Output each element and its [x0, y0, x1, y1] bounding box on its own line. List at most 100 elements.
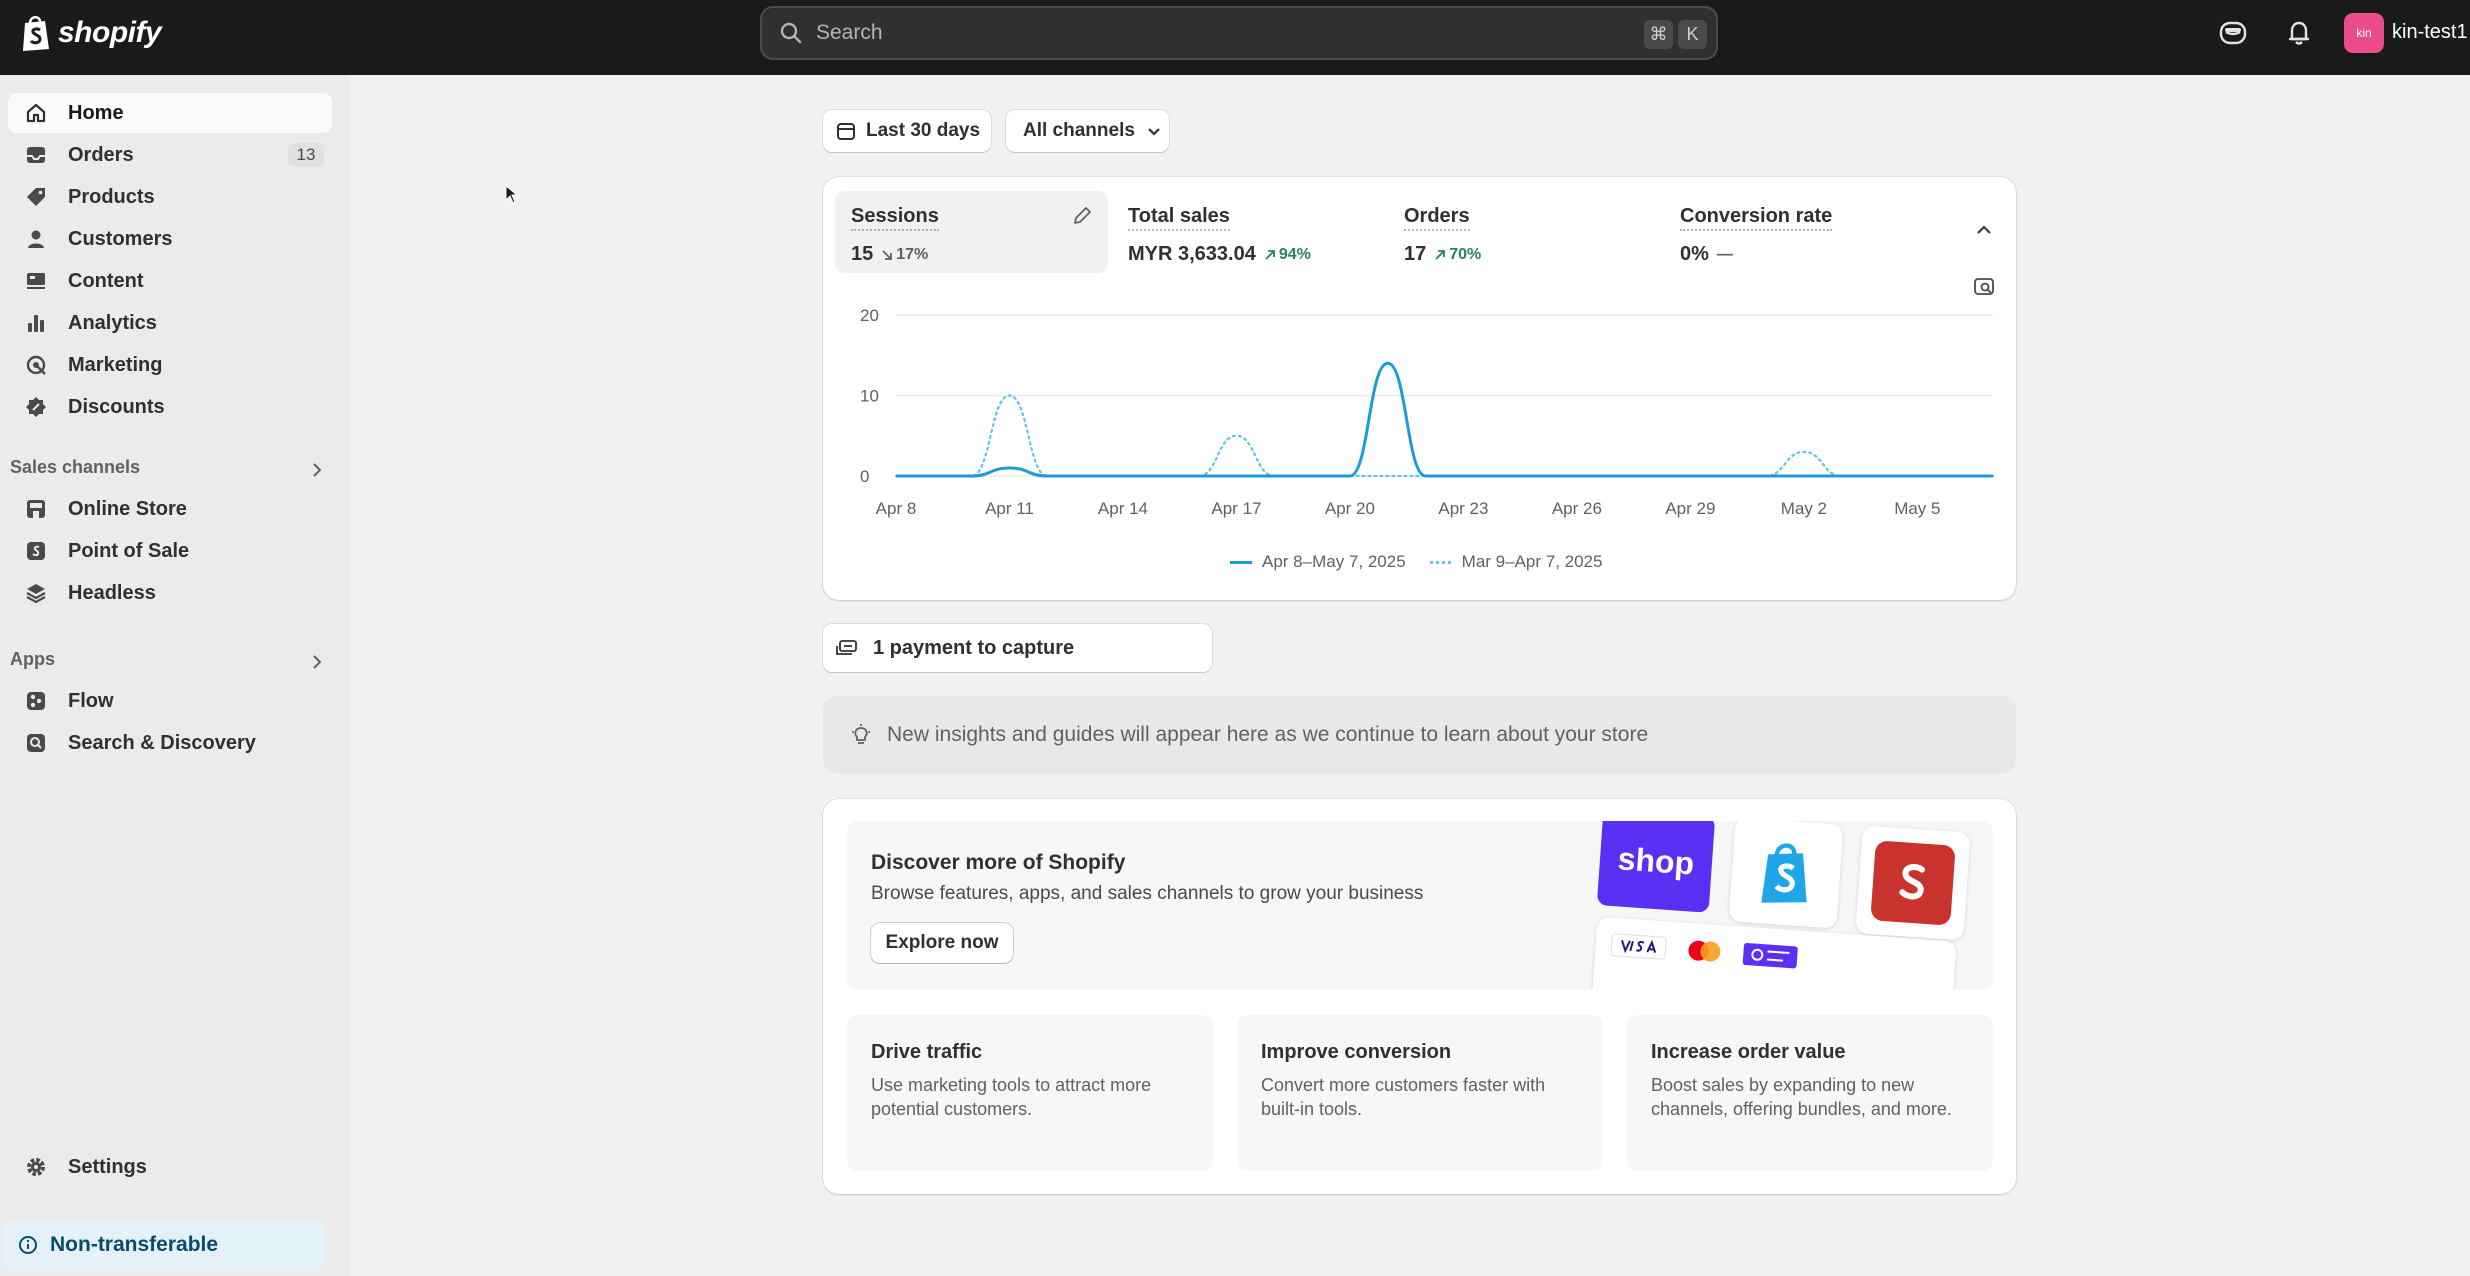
calendar-icon	[837, 123, 855, 140]
sidebar-item-label: Content	[68, 269, 144, 292]
sidebar-item-home[interactable]: Home	[8, 93, 332, 133]
visa-icon	[1610, 933, 1667, 960]
content-icon	[27, 273, 45, 289]
sidebar-item-label: Point of Sale	[68, 539, 190, 562]
channels-label: All channels	[1023, 120, 1135, 141]
sidebar-item-content[interactable]: Content	[8, 261, 332, 301]
sidebar-item-analytics[interactable]: Analytics	[8, 303, 332, 343]
sidebar-item-label: Home	[68, 101, 124, 124]
headless-icon	[26, 584, 46, 604]
sidebar-item-label: Marketing	[68, 353, 163, 376]
non-transferable-banner[interactable]: Non-transferable	[2, 1220, 326, 1270]
payment-to-capture-button[interactable]: 1 payment to capture	[823, 624, 1212, 672]
search-discovery-icon	[27, 734, 45, 752]
sidebar-item-customers[interactable]: Customers	[8, 219, 332, 259]
explore-now-button[interactable]: Explore now	[871, 923, 1013, 963]
bar-chart-icon	[28, 315, 44, 332]
k-key-hint: K	[1678, 20, 1707, 49]
legend-dotted-swatch	[1429, 560, 1452, 564]
sidebar-item-label: Discounts	[68, 395, 165, 418]
avatar[interactable]: kin	[2344, 13, 2384, 53]
tile-drive-traffic[interactable]: Drive traffic Use marketing tools to att…	[847, 1015, 1213, 1171]
x-tick-label: Apr 11	[985, 499, 1034, 518]
tag-icon	[27, 188, 45, 206]
sidebar-item-online-store[interactable]: Online Store	[8, 489, 332, 529]
legend-label-current: Apr 8–May 7, 2025	[1262, 552, 1406, 571]
channels-dropdown[interactable]: All channels	[1006, 110, 1169, 152]
chevron-right-icon[interactable]	[308, 653, 326, 671]
top-bar: shopify Search ⌘ K kin kin-test1	[0, 0, 2470, 75]
chevron-right-icon[interactable]	[308, 461, 326, 479]
dpay-icon	[1742, 943, 1798, 969]
search-placeholder: Search	[816, 21, 883, 44]
shopify-logo[interactable]: shopify	[20, 14, 162, 52]
shopify-app-tile	[1728, 821, 1844, 929]
mouse-cursor-icon	[505, 185, 519, 204]
tile-title: Improve conversion	[1261, 1041, 1452, 1063]
target-icon	[26, 355, 46, 375]
non-transferable-label: Non-transferable	[50, 1233, 219, 1256]
sidebar-item-label: Search & Discovery	[68, 731, 256, 754]
tile-increase-order-value[interactable]: Increase order value Boost sales by expa…	[1627, 1015, 1993, 1171]
logo-text: shopify	[58, 16, 162, 49]
discover-banner: Discover more of Shopify Browse features…	[847, 821, 1993, 989]
x-tick-label: Apr 26	[1552, 499, 1602, 518]
home-icon	[26, 103, 46, 123]
shop-app-tile: shop	[1596, 821, 1716, 913]
sidebar-item-label: Orders	[68, 143, 134, 166]
sidebar-item-point-of-sale[interactable]: Point of Sale	[8, 531, 332, 571]
sidebar-item-label: Headless	[68, 581, 156, 604]
sidebar-item-search-discovery[interactable]: Search & Discovery	[8, 723, 332, 763]
tile-improve-conversion[interactable]: Improve conversion Convert more customer…	[1237, 1015, 1603, 1171]
sidekick-icon[interactable]	[2218, 18, 2248, 48]
sidebar-item-label: Customers	[68, 227, 173, 250]
tile-description: Convert more customers faster with built…	[1261, 1075, 1546, 1119]
bell-icon[interactable]	[2284, 18, 2314, 48]
sales-channels-heading[interactable]: Sales channels	[10, 457, 140, 478]
payment-label: 1 payment to capture	[873, 636, 1075, 659]
inbox-icon	[27, 147, 45, 163]
x-tick-label: Apr 23	[1438, 499, 1488, 518]
sidebar-item-settings[interactable]: Settings	[8, 1147, 332, 1187]
insights-banner: New insights and guides will appear here…	[823, 696, 2016, 774]
y-tick-label: 0	[860, 467, 869, 486]
sessions-chart: 0 10 20 Apr 8 Apr 11 Apr 14 Apr 17 Apr 20 Apr 23…	[860, 306, 1995, 518]
sidebar-item-headless[interactable]: Headless	[8, 573, 332, 613]
discover-subtitle: Browse features, apps, and sales channel…	[871, 883, 1424, 904]
sidebar-item-orders[interactable]: Orders 13	[8, 135, 332, 175]
x-tick-label: Apr 14	[1098, 499, 1148, 518]
sidebar-item-flow[interactable]: Flow	[8, 681, 332, 721]
sidebar-item-marketing[interactable]: Marketing	[8, 345, 332, 385]
shop-logo-text: shop	[1616, 839, 1696, 882]
tile-description: Boost sales by expanding to new channels…	[1651, 1075, 1952, 1119]
sidebar-item-label: Analytics	[68, 311, 157, 334]
mastercard-icon	[1688, 940, 1721, 962]
sidebar-item-label: Flow	[68, 689, 114, 712]
command-key-hint: ⌘	[1644, 20, 1673, 49]
x-tick-label: May 2	[1781, 499, 1827, 518]
info-icon	[19, 1236, 37, 1254]
pos-icon	[27, 542, 45, 560]
sidebar-item-discounts[interactable]: Discounts	[8, 387, 332, 427]
search-bar[interactable]: Search ⌘ K	[760, 6, 1718, 60]
sidebar-item-label: Products	[68, 185, 155, 208]
tile-title: Increase order value	[1651, 1041, 1846, 1063]
tile-description: Use marketing tools to attract more pote…	[871, 1075, 1152, 1119]
gear-icon	[27, 1158, 45, 1176]
store-name[interactable]: kin-test1	[2392, 21, 2468, 44]
flow-icon	[27, 692, 45, 710]
lightbulb-icon	[852, 724, 870, 744]
series-line-previous	[894, 394, 1995, 478]
shopify-pos-app-tile	[1855, 825, 1971, 941]
discount-icon	[26, 397, 46, 417]
legend-solid-swatch	[1230, 560, 1252, 564]
apps-heading[interactable]: Apps	[10, 649, 55, 670]
chart-legend: Apr 8–May 7, 2025 Mar 9–Apr 7, 2025	[1230, 552, 1602, 572]
chevron-down-icon	[1148, 128, 1160, 136]
cash-icon	[836, 640, 857, 655]
date-range-button[interactable]: Last 30 days	[823, 110, 991, 152]
discover-title: Discover more of Shopify	[871, 851, 1126, 874]
pos-s-icon	[1899, 864, 1925, 900]
x-tick-label: Apr 29	[1665, 499, 1715, 518]
sidebar-item-products[interactable]: Products	[8, 177, 332, 217]
